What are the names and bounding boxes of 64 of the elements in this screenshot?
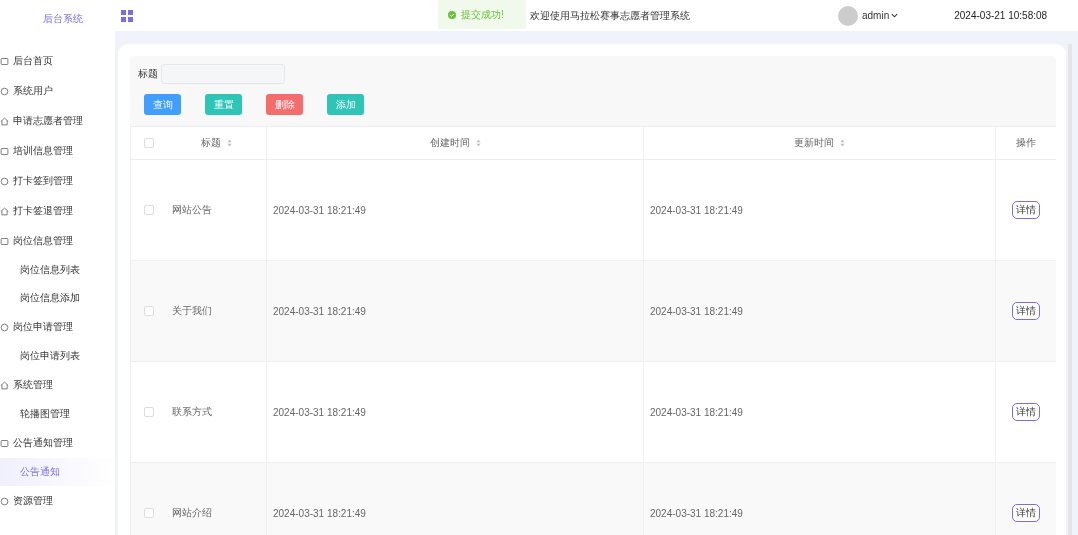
menu-icon [0,146,9,156]
table-cell: 网站介绍 [172,506,212,520]
checkbox[interactable] [143,205,154,215]
table-cell: 网站公告 [172,203,212,217]
menu-icon [0,322,9,332]
column-header: 更新时间 [794,136,834,150]
menu-item[interactable]: 资源管理 [0,486,115,516]
menu-item[interactable]: 系统管理 [0,370,115,400]
table-cell: 2024-03-31 18:21:49 [650,305,743,317]
checkbox[interactable] [143,407,154,417]
checkbox[interactable] [143,138,154,148]
menu-item[interactable]: 公告通知管理 [0,428,115,458]
menu-icon [0,56,9,66]
column-header: 标题 [200,136,221,150]
menu-item[interactable]: 打卡签退管理 [0,196,115,226]
menu-icon [0,116,9,126]
toast-message: 提交成功! [461,7,504,22]
menu-icon [0,176,9,186]
menu-item[interactable]: 申请志愿者管理 [0,106,115,136]
menu-icon [0,236,9,246]
menu-icon[interactable] [121,9,133,22]
menu-icon [0,438,9,448]
menu-item[interactable]: 系统用户 [0,76,115,106]
sort-icon[interactable] [226,139,232,147]
table-cell: 关于我们 [172,304,212,318]
user-menu[interactable]: admin [862,10,890,21]
submenu-item[interactable]: 岗位信息添加 [0,284,115,312]
avatar[interactable] [838,5,858,26]
caret-icon[interactable] [891,13,899,18]
checkbox[interactable] [143,306,154,316]
welcome-text: 欢迎使用马拉松赛事志愿者管理系统 [530,8,690,23]
column-header: 操作 [1016,136,1036,150]
sort-icon[interactable] [840,139,845,147]
menu-item[interactable]: 后台首页 [0,46,115,76]
submenu-item[interactable]: 岗位信息列表 [0,256,115,284]
table-cell: 2024-03-31 18:21:49 [650,507,743,519]
table-cell: 2024-03-31 18:21:49 [273,305,366,317]
sort-icon[interactable] [475,139,481,147]
menu-icon [0,206,9,216]
table-cell: 2024-03-31 18:21:49 [273,204,366,216]
column-header: 创建时间 [429,136,470,150]
field-label: 标题 [138,67,158,81]
menu-item[interactable]: 培训信息管理 [0,136,115,166]
table-cell: 2024-03-31 18:21:49 [273,406,366,418]
menu-item[interactable]: 岗位信息管理 [0,226,115,256]
menu-item[interactable]: 打卡签到管理 [0,166,115,196]
submenu-item[interactable]: 岗位申请列表 [0,342,115,370]
detail-button[interactable]: 详情 [1012,403,1040,421]
menu-icon [0,380,9,390]
menu-item[interactable]: 岗位申请管理 [0,312,115,342]
check-icon [448,10,456,19]
menu-icon [0,496,9,506]
detail-button[interactable]: 详情 [1012,302,1040,320]
submenu-item[interactable]: 轮播图管理 [0,400,115,428]
table-cell: 联系方式 [172,405,212,419]
detail-button[interactable]: 详情 [1012,504,1040,522]
datetime: 2024-03-21 10:58:08 [954,10,1048,21]
checkbox[interactable] [143,508,154,518]
detail-button[interactable]: 详情 [1012,201,1040,219]
menu-icon [0,86,9,96]
table-cell: 2024-03-31 18:21:49 [273,507,366,519]
table-cell: 2024-03-31 18:21:49 [650,406,743,418]
table-cell: 2024-03-31 18:21:49 [650,204,743,216]
app-title: 后台系统 [41,12,84,26]
